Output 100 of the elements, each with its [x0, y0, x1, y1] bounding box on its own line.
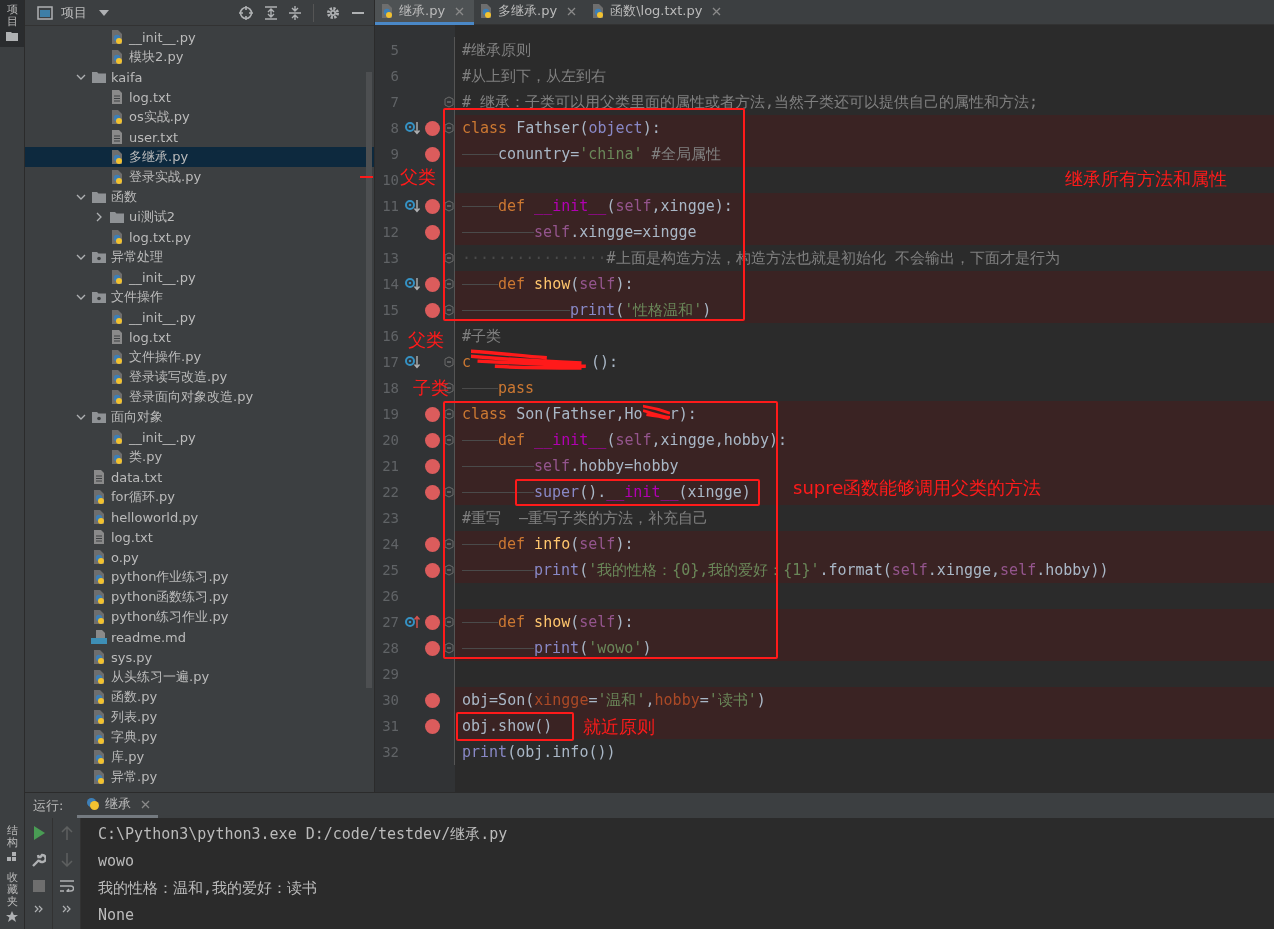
tree-item[interactable]: python函数练习.py	[25, 587, 374, 607]
breakpoint[interactable]	[424, 224, 440, 240]
tree-item[interactable]: 登录面向对象改造.py	[25, 387, 374, 407]
breakpoint[interactable]	[424, 198, 440, 214]
fold-icon[interactable]	[444, 96, 454, 108]
run-icon[interactable]	[32, 826, 45, 840]
tree-item[interactable]: kaifa	[25, 67, 374, 87]
locate-icon[interactable]	[239, 5, 253, 20]
close-icon[interactable]	[455, 6, 465, 16]
fold-icon[interactable]	[444, 252, 454, 264]
tree-item[interactable]: sys.py	[25, 647, 374, 667]
breakpoint[interactable]	[424, 120, 440, 136]
fold-icon[interactable]	[444, 200, 454, 212]
tree-item[interactable]: 登录读写改造.py	[25, 367, 374, 387]
breakpoint[interactable]	[424, 536, 440, 552]
fold-icon[interactable]	[444, 356, 454, 368]
tree-item[interactable]: 库.py	[25, 747, 374, 767]
breakpoint[interactable]	[424, 458, 440, 474]
close-icon[interactable]	[141, 799, 151, 809]
chevron-icon[interactable]	[76, 252, 86, 262]
more-icon[interactable]	[61, 905, 72, 913]
breakpoint[interactable]	[424, 146, 440, 162]
tree-item[interactable]: 类.py	[25, 447, 374, 467]
tree-item[interactable]: 异常.py	[25, 767, 374, 787]
fold-icon[interactable]	[444, 642, 454, 654]
wrench-icon[interactable]	[31, 853, 46, 867]
tree-item[interactable]: 模块2.py	[25, 47, 374, 67]
editor-tab[interactable]: 多继承.py	[474, 0, 587, 25]
tree-item[interactable]: 字典.py	[25, 727, 374, 747]
fold-icon[interactable]	[444, 408, 454, 420]
tree-item[interactable]: helloworld.py	[25, 507, 374, 527]
tree-item[interactable]: readme.md	[25, 627, 374, 647]
wrap-icon[interactable]	[59, 880, 74, 892]
editor-tab[interactable]: 继承.py	[375, 0, 475, 25]
implemented-marker-icon[interactable]	[405, 121, 421, 135]
expand-all-icon[interactable]	[265, 5, 277, 20]
tree-item[interactable]: 从头练习一遍.py	[25, 667, 374, 687]
tree-item[interactable]: 文件操作.py	[25, 347, 374, 367]
editor-tab[interactable]: 函数\log.txt.py	[586, 0, 732, 25]
breakpoint[interactable]	[424, 484, 440, 500]
scrollbar[interactable]	[366, 72, 372, 688]
tree-item[interactable]: python作业练习.py	[25, 567, 374, 587]
tree-item[interactable]: log.txt	[25, 327, 374, 347]
tree-item[interactable]: log.txt	[25, 527, 374, 547]
breakpoint[interactable]	[424, 406, 440, 422]
tree-item[interactable]: log.txt	[25, 87, 374, 107]
dropdown-icon[interactable]	[99, 9, 109, 16]
settings-icon[interactable]	[326, 5, 340, 20]
tree-item[interactable]: 面向对象	[25, 407, 374, 427]
fold-icon[interactable]	[444, 486, 454, 498]
implemented-marker-icon[interactable]	[405, 355, 421, 369]
close-icon[interactable]	[712, 6, 722, 16]
stop-icon[interactable]	[32, 880, 45, 892]
fold-icon[interactable]	[444, 564, 454, 576]
breakpoint[interactable]	[424, 718, 440, 734]
tree-item[interactable]: 函数	[25, 187, 374, 207]
tree-item[interactable]: 多继承.py	[25, 147, 374, 167]
breakpoint[interactable]	[424, 692, 440, 708]
tree-item[interactable]: log.txt.py	[25, 227, 374, 247]
implemented-marker-icon[interactable]	[405, 277, 421, 291]
breakpoint[interactable]	[424, 562, 440, 578]
tree-item[interactable]: user.txt	[25, 127, 374, 147]
tree-item[interactable]: __init__.py	[25, 267, 374, 287]
tree-item[interactable]: data.txt	[25, 467, 374, 487]
tree-item[interactable]: __init__.py	[25, 427, 374, 447]
tree-item[interactable]: 异常处理	[25, 247, 374, 267]
fold-icon[interactable]	[444, 304, 454, 316]
fold-icon[interactable]	[444, 278, 454, 290]
tree-item[interactable]: os实战.py	[25, 107, 374, 127]
breakpoint[interactable]	[424, 276, 440, 292]
breakpoint[interactable]	[424, 614, 440, 630]
tree-item[interactable]: o.py	[25, 547, 374, 567]
tree-item[interactable]: ui测试2	[25, 207, 374, 227]
tool-window-tab[interactable]: 结构	[0, 820, 24, 868]
tool-window-tab[interactable]: 项目	[0, 0, 24, 48]
fold-icon[interactable]	[444, 122, 454, 134]
tree-item[interactable]: python练习作业.py	[25, 607, 374, 627]
breakpoint[interactable]	[424, 432, 440, 448]
collapse-all-icon[interactable]	[289, 5, 301, 20]
chevron-icon[interactable]	[76, 72, 86, 82]
overrides-marker-icon[interactable]	[405, 615, 421, 629]
chevron-icon[interactable]	[76, 292, 86, 302]
fold-icon[interactable]	[444, 538, 454, 550]
close-icon[interactable]	[567, 6, 577, 16]
tree-item[interactable]: 文件操作	[25, 287, 374, 307]
tree-item[interactable]: 函数.py	[25, 687, 374, 707]
chevron-icon[interactable]	[76, 412, 86, 422]
fold-icon[interactable]	[444, 434, 454, 446]
run-tab[interactable]: 继承	[77, 793, 159, 818]
tree-item[interactable]: __init__.py	[25, 27, 374, 47]
breakpoint[interactable]	[424, 302, 440, 318]
implemented-marker-icon[interactable]	[405, 199, 421, 213]
tree-item[interactable]: 登录实战.py	[25, 167, 374, 187]
tree-item[interactable]: 列表.py	[25, 707, 374, 727]
tool-window-tab[interactable]: 收藏夹	[0, 867, 24, 929]
tree-item[interactable]: for循环.py	[25, 487, 374, 507]
breakpoint[interactable]	[424, 640, 440, 656]
more-icon[interactable]	[33, 905, 44, 913]
fold-icon[interactable]	[444, 616, 454, 628]
tree-item[interactable]: __init__.py	[25, 307, 374, 327]
